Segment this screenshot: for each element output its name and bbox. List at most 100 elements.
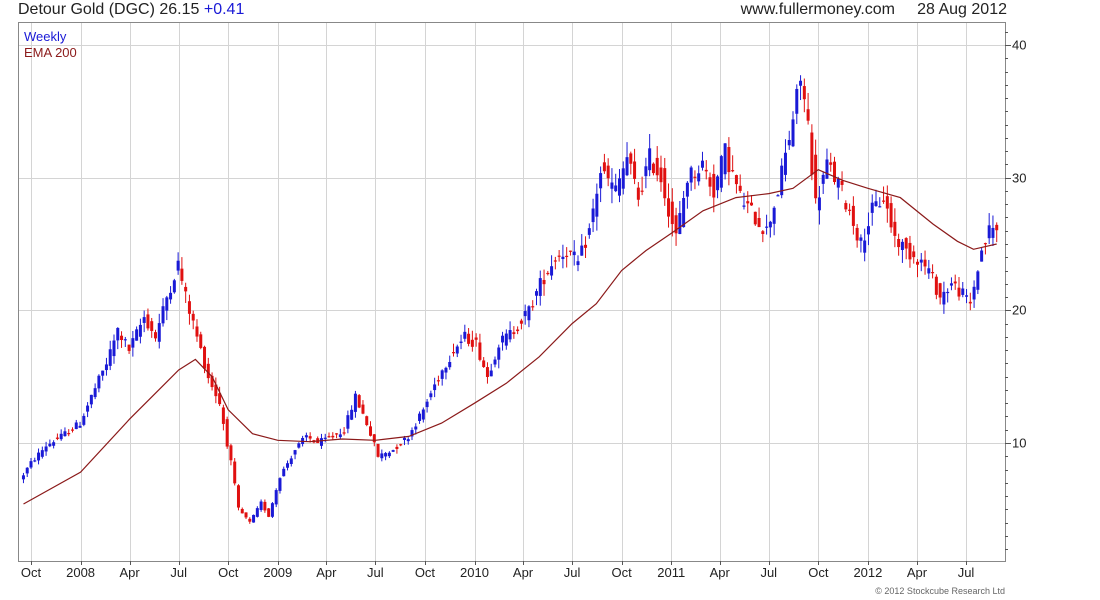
candle [750,195,754,206]
candle [689,165,693,191]
x-tick-label: Oct [20,565,42,580]
candle [697,165,701,186]
candle-body [391,450,395,452]
candle [353,390,357,418]
candle [184,282,188,303]
candle-body [908,242,912,260]
candle-body [233,461,237,484]
candle [338,428,342,440]
candle-body [474,337,478,340]
candle-body [308,436,312,439]
candle [138,318,142,344]
x-tick-label: Apr [316,565,337,580]
candle-body [282,468,286,477]
candle [700,151,704,171]
candle-body [497,347,501,360]
candle-body [859,237,863,241]
candle-body [685,182,689,197]
candle [915,259,919,278]
candle-body [52,442,56,446]
candle-body [742,205,746,207]
candle-body [319,438,323,446]
candle [893,208,897,248]
candle [531,300,535,311]
candle-body [255,508,259,517]
candle-body [252,514,256,523]
candle [376,443,380,458]
candle-body [150,321,154,331]
candle-body [191,313,195,321]
candle [783,139,787,182]
candle [719,154,723,193]
candle-body [157,323,161,342]
candle [199,331,203,350]
candle-body [855,227,859,241]
candle [25,467,29,477]
candle-body [372,434,376,443]
candle-body [369,426,373,436]
candle [640,176,644,196]
candle [617,169,621,203]
candle [980,247,984,262]
candle-body [919,259,923,263]
candle [255,506,259,518]
candle-body [840,180,844,185]
candle-body [123,339,127,341]
candle-body [172,280,176,293]
candle-body [463,331,467,339]
candle [633,148,637,185]
candle [410,427,414,441]
candle [282,466,286,477]
candle [851,196,855,235]
candle-body [584,244,588,248]
candle-body [568,250,572,252]
candle [572,240,576,266]
candle [923,250,927,275]
candle [550,255,554,280]
legend-weekly: Weekly [24,29,67,44]
candle-body [663,168,667,199]
candle-body [972,286,976,300]
candle-body [968,301,972,304]
candle-body [421,409,425,420]
candle-body [912,251,916,258]
candle [878,197,882,208]
candle [625,142,629,177]
candle [387,451,391,459]
candle-body [757,217,761,228]
candle [848,203,852,216]
candle [961,281,965,298]
candle [195,319,199,342]
candle [791,111,795,148]
candle-body [561,256,565,260]
candle-body [37,452,41,461]
candle-body [802,86,806,100]
candle-body [229,445,233,461]
candle-body [146,314,150,329]
candle-body [651,163,655,174]
candle-body [444,367,448,373]
candle-body [915,261,919,265]
candle-body [719,156,723,188]
candle [512,326,516,339]
candle-body [519,320,523,324]
candle [523,304,527,325]
candle [67,429,71,437]
candle-body [538,278,542,296]
candle [949,277,953,291]
candle-body [112,340,116,357]
candle-body [957,287,961,297]
x-tick-label: Apr [119,565,140,580]
chart-root: Detour Gold (DGC) 26.15 +0.41 www.fuller… [0,0,1100,600]
candle [74,419,78,430]
candle [651,162,655,176]
candle [501,331,505,351]
candle-body [240,508,244,514]
x-tick-label: Jul [367,565,384,580]
candle [602,153,606,174]
candle [723,143,727,180]
x-tick-label: Jul [957,565,975,580]
candle-body [927,268,931,274]
candle [142,310,146,333]
candle-body [467,333,471,344]
